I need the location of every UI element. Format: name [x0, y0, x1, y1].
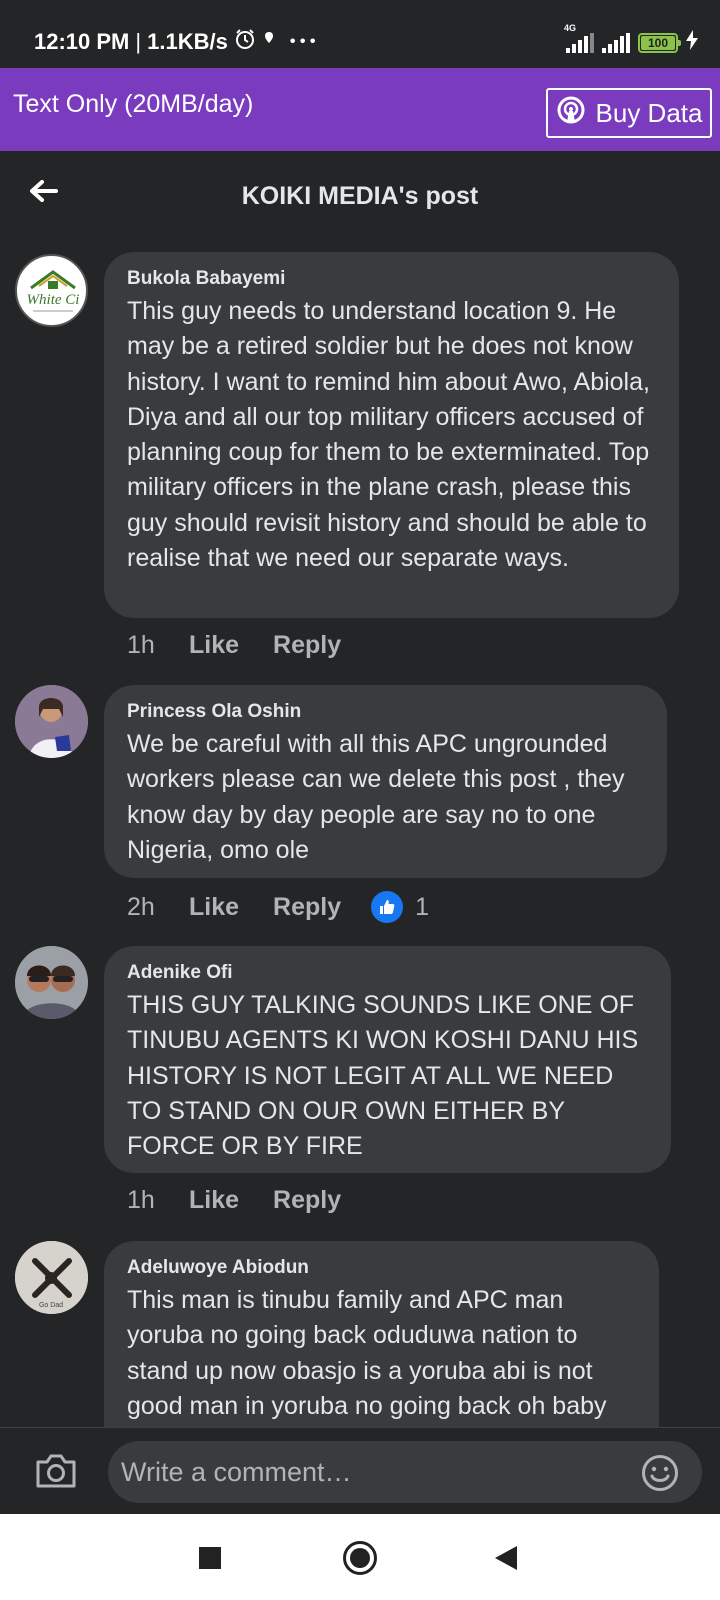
status-right: 4G 100 [564, 23, 698, 55]
comment-actions: 2h Like Reply 1 [127, 891, 429, 923]
comment-bubble[interactable]: Princess Ola Oshin We be careful with al… [104, 685, 667, 878]
comment-author[interactable]: Princess Ola Oshin [127, 701, 645, 723]
camera-button[interactable] [34, 1452, 78, 1490]
broadcast-icon [556, 95, 586, 132]
comment-time[interactable]: 1h [127, 1186, 189, 1215]
avatar-photo: Go Dad [15, 1241, 88, 1314]
location-icon [262, 30, 276, 54]
avatar[interactable] [15, 946, 88, 1019]
comment-actions: 1h Like Reply [127, 631, 375, 660]
reaction-count: 1 [415, 892, 430, 921]
avatar[interactable] [15, 685, 88, 758]
avatar-logo-text: White Ci [27, 292, 80, 308]
like-icon [371, 891, 404, 923]
avatar-logo-text: Go Dad [39, 1302, 63, 1309]
buy-data-label: Buy Data [595, 97, 703, 128]
like-button[interactable]: Like [189, 893, 239, 922]
avatar-photo [15, 685, 88, 758]
comment-bubble[interactable]: Adeluwoye Abiodun This man is tinubu fam… [104, 1241, 659, 1427]
page-title: KOIKI MEDIA's post [241, 182, 479, 210]
avatar[interactable]: Go Dad [15, 1241, 88, 1314]
status-speed: 1.1KB/s [147, 29, 228, 54]
status-left: 12:10 PM | 1.1KB/s • • • [34, 28, 316, 56]
comment-time[interactable]: 2h [127, 893, 189, 922]
circle-icon [343, 1541, 377, 1575]
comment-input[interactable] [108, 1441, 702, 1503]
comment-author[interactable]: Bukola Babayemi [127, 268, 657, 290]
signal-icon [602, 32, 630, 53]
emoji-button[interactable] [641, 1454, 679, 1492]
home-button[interactable] [340, 1538, 380, 1578]
camera-icon [36, 1454, 76, 1488]
emoji-icon [642, 1455, 678, 1491]
status-bar: 12:10 PM | 1.1KB/s • • • 4G 100 [0, 0, 720, 68]
data-plan-label: Text Only (20MB/day) [13, 90, 254, 118]
comment-time[interactable]: 1h [127, 631, 189, 660]
status-time: 12:10 PM [34, 29, 130, 54]
signal-icon: 4G [564, 23, 594, 53]
avatar-photo [15, 946, 88, 1019]
battery-icon: 100 [638, 32, 681, 53]
reply-button[interactable]: Reply [273, 1186, 341, 1215]
comment-bubble[interactable]: Adenike Ofi THIS GUY TALKING SOUNDS LIKE… [104, 946, 671, 1173]
more-dots: • • • [289, 33, 316, 50]
comment-list: White Ci Bukola Babayemi This guy needs … [0, 241, 720, 1427]
avatar[interactable]: White Ci [15, 254, 88, 327]
comment-text: We be careful with all this APC unground… [127, 730, 625, 864]
reply-button[interactable]: Reply [273, 893, 341, 922]
post-header: KOIKI MEDIA's post [0, 151, 720, 241]
comment-author[interactable]: Adenike Ofi [127, 962, 649, 984]
system-nav-bar [0, 1514, 720, 1600]
charging-icon [686, 30, 698, 55]
comment-composer [0, 1427, 720, 1514]
network-label: 4G [564, 22, 577, 33]
like-button[interactable]: Like [189, 631, 239, 660]
comment-text: This man is tinubu family and APC man yo… [127, 1286, 607, 1420]
triangle-icon [495, 1546, 517, 1570]
reaction-summary[interactable]: 1 [371, 891, 429, 923]
comment-actions: 1h Like Reply [127, 1186, 375, 1215]
comment-author[interactable]: Adeluwoye Abiodun [127, 1257, 637, 1279]
clock-icon [234, 28, 256, 56]
comment-text: THIS GUY TALKING SOUNDS LIKE ONE OF TINU… [127, 991, 639, 1161]
square-icon [199, 1547, 221, 1569]
like-button[interactable]: Like [189, 1186, 239, 1215]
house-logo-icon: White Ci [27, 270, 80, 312]
back-nav-button[interactable] [486, 1538, 526, 1578]
recent-apps-button[interactable] [190, 1538, 230, 1578]
status-separator: | [135, 29, 142, 54]
comment-bubble[interactable]: Bukola Babayemi This guy needs to unders… [104, 252, 679, 618]
battery-level: 100 [641, 35, 675, 50]
reply-button[interactable]: Reply [273, 631, 341, 660]
buy-data-button[interactable]: Buy Data [546, 88, 712, 138]
comment-text: This guy needs to understand location 9.… [127, 297, 650, 573]
